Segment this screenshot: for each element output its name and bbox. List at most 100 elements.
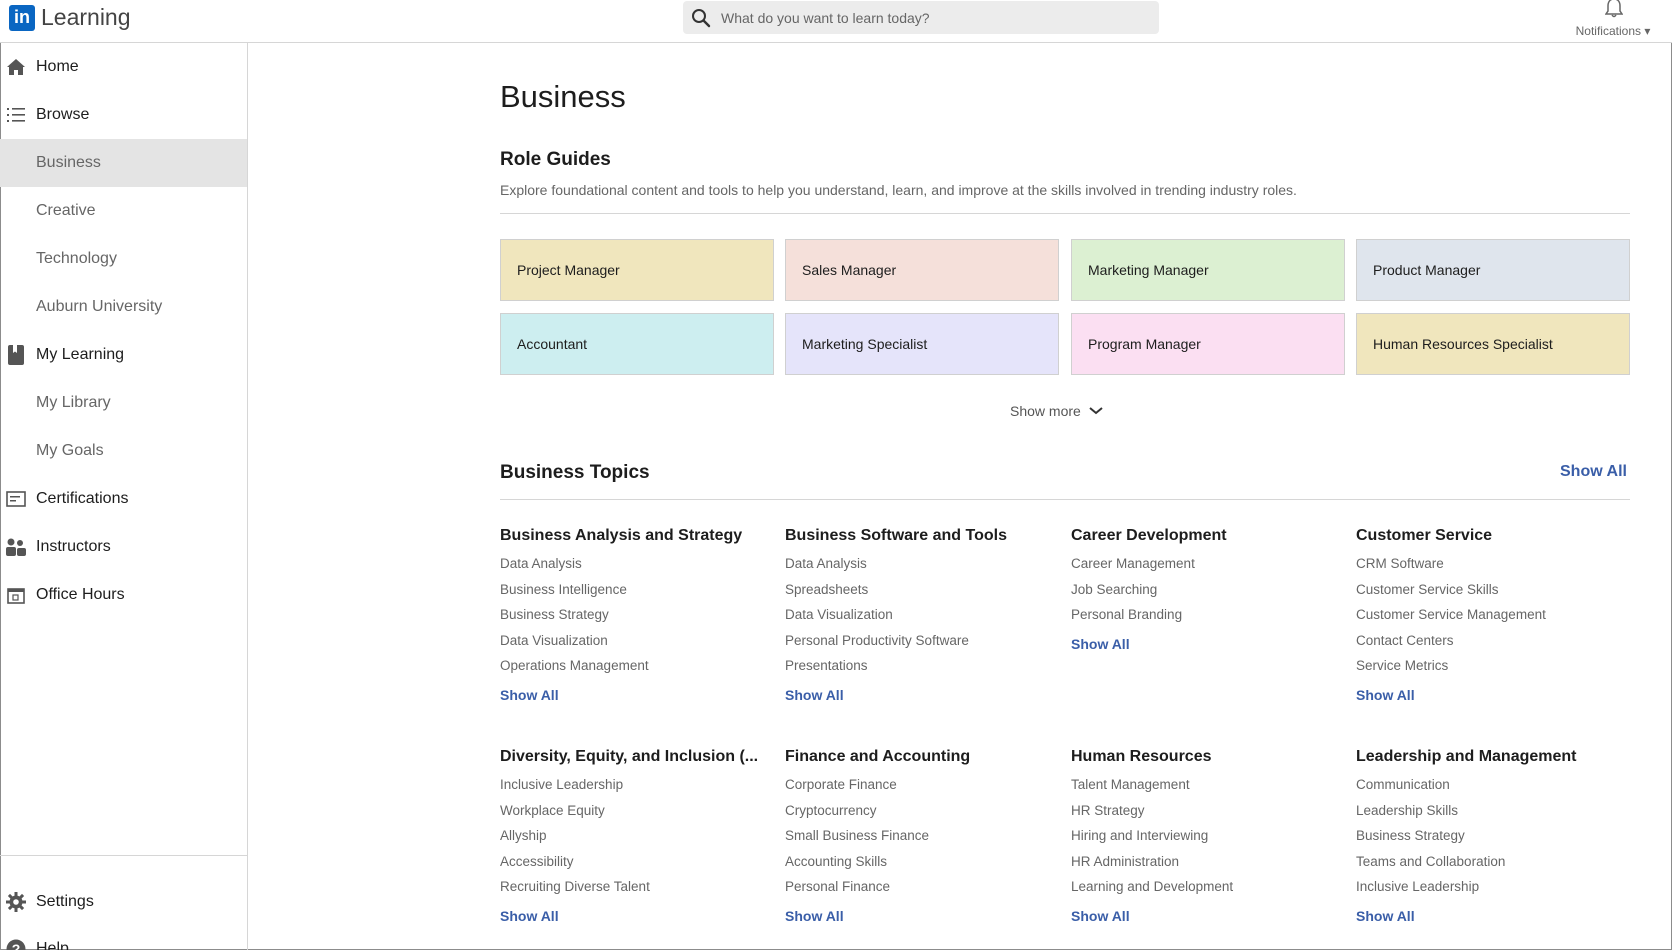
sidebar-item-home[interactable]: Home [0,43,247,91]
show-all-link[interactable]: Show All [500,687,770,703]
topic-link[interactable]: Learning and Development [1071,874,1341,900]
topic-link[interactable]: Inclusive Leadership [1356,874,1626,900]
bookmark-icon [6,345,26,365]
topic-link[interactable]: Personal Productivity Software [785,628,1055,654]
topic-link[interactable]: Personal Finance [785,874,1055,900]
sidebar-item-business[interactable]: Business [0,139,247,187]
topic-link[interactable]: Contact Centers [1356,628,1626,654]
business-topics-title: Business Topics [500,462,650,483]
topic-link[interactable]: Spreadsheets [785,577,1055,603]
topic-link[interactable]: Communication [1356,772,1626,798]
role-guides-title: Role Guides [500,149,611,170]
show-all-link[interactable]: Show All [1356,687,1626,703]
topics-show-all-link[interactable]: Show All [1560,463,1627,481]
notifications-button[interactable]: Notifications ▾ [1568,0,1658,40]
role-card-sales-manager[interactable]: Sales Manager [785,239,1059,301]
search-input[interactable] [721,9,1121,26]
sidebar-item-creative[interactable]: Creative [0,187,247,235]
topic-link[interactable]: Data Analysis [500,551,770,577]
topic-link[interactable]: Business Strategy [500,602,770,628]
sidebar-item-my-goals[interactable]: My Goals [0,427,247,475]
topic-link[interactable]: Data Visualization [785,602,1055,628]
topic-link[interactable]: HR Strategy [1071,798,1341,824]
calendar-icon [6,585,26,605]
topic-link[interactable]: Teams and Collaboration [1356,849,1626,875]
topic-group-title[interactable]: Customer Service [1356,527,1626,549]
show-all-link[interactable]: Show All [785,908,1055,924]
topic-link[interactable]: Customer Service Skills [1356,577,1626,603]
sidebar-item-my-learning[interactable]: My Learning [0,331,247,379]
sidebar-item-settings[interactable]: Settings [0,878,247,926]
topic-group-title[interactable]: Career Development [1071,527,1341,549]
show-all-link[interactable]: Show All [1071,908,1341,924]
sidebar-item-label: Help [36,940,69,950]
role-card-accountant[interactable]: Accountant [500,313,774,375]
topic-link[interactable]: Business Intelligence [500,577,770,603]
sidebar-item-label: Office Hours [36,586,125,603]
topic-group-title[interactable]: Human Resources [1071,748,1341,770]
show-more-label: Show more [1010,403,1081,419]
role-card-product-manager[interactable]: Product Manager [1356,239,1630,301]
topic-link[interactable]: Data Analysis [785,551,1055,577]
search-bar[interactable] [683,1,1159,34]
topic-group: Diversity, Equity, and Inclusion (... In… [500,748,770,924]
topic-link[interactable]: Service Metrics [1356,653,1626,679]
topic-link[interactable]: Recruiting Diverse Talent [500,874,770,900]
role-card-marketing-manager[interactable]: Marketing Manager [1071,239,1345,301]
topic-link[interactable]: Presentations [785,653,1055,679]
topic-group-title[interactable]: Diversity, Equity, and Inclusion (... [500,748,770,770]
topic-link[interactable]: Cryptocurrency [785,798,1055,824]
role-card-project-manager[interactable]: Project Manager [500,239,774,301]
sidebar-item-office-hours[interactable]: Office Hours [0,571,247,619]
topic-link[interactable]: HR Administration [1071,849,1341,875]
show-all-link[interactable]: Show All [1071,636,1341,652]
topic-group-title[interactable]: Business Software and Tools [785,527,1055,549]
sidebar-item-auburn-university[interactable]: Auburn University [0,283,247,331]
role-card-human-resources-specialist[interactable]: Human Resources Specialist [1356,313,1630,375]
sidebar-item-label: My Learning [36,346,125,363]
sidebar-item-browse[interactable]: Browse [0,91,247,139]
topic-group-title[interactable]: Finance and Accounting [785,748,1055,770]
topic-link[interactable]: Workplace Equity [500,798,770,824]
sidebar-item-label: Browse [36,106,90,123]
sidebar-item-technology[interactable]: Technology [0,235,247,283]
topic-group-title[interactable]: Leadership and Management [1356,748,1626,770]
role-card-program-manager[interactable]: Program Manager [1071,313,1345,375]
topic-link[interactable]: Talent Management [1071,772,1341,798]
role-card-marketing-specialist[interactable]: Marketing Specialist [785,313,1059,375]
sidebar-item-help[interactable]: ? Help [0,925,247,950]
sidebar-item-label: Technology [36,250,117,267]
topic-link[interactable]: Corporate Finance [785,772,1055,798]
show-more-button[interactable]: Show more [1010,403,1103,419]
show-all-link[interactable]: Show All [1356,908,1626,924]
topic-link[interactable]: Personal Branding [1071,602,1341,628]
linkedin-learning-logo[interactable]: in Learning [9,4,131,31]
topic-group: Business Analysis and Strategy Data Anal… [500,527,770,703]
topic-link[interactable]: Accessibility [500,849,770,875]
topic-link[interactable]: Business Strategy [1356,823,1626,849]
topic-group-title[interactable]: Business Analysis and Strategy [500,527,770,549]
sidebar-item-certifications[interactable]: Certifications [0,475,247,523]
topic-link[interactable]: Operations Management [500,653,770,679]
topic-link[interactable]: Data Visualization [500,628,770,654]
show-all-link[interactable]: Show All [785,687,1055,703]
topic-link[interactable]: Hiring and Interviewing [1071,823,1341,849]
topic-group: Career Development Career Management Job… [1071,527,1341,652]
topic-link[interactable]: Customer Service Management [1356,602,1626,628]
show-all-link[interactable]: Show All [500,908,770,924]
topic-link[interactable]: Accounting Skills [785,849,1055,875]
sidebar-item-instructors[interactable]: Instructors [0,523,247,571]
topic-link[interactable]: Career Management [1071,551,1341,577]
gear-icon [6,892,26,912]
topic-link[interactable]: CRM Software [1356,551,1626,577]
sidebar-item-my-library[interactable]: My Library [0,379,247,427]
chevron-down-icon [1089,407,1103,415]
top-header: in Learning Notifications ▾ [0,0,1672,43]
topic-link[interactable]: Leadership Skills [1356,798,1626,824]
topic-link[interactable]: Allyship [500,823,770,849]
topic-link[interactable]: Job Searching [1071,577,1341,603]
topic-link[interactable]: Inclusive Leadership [500,772,770,798]
home-icon [6,57,26,77]
caret-down-icon: ▾ [1644,24,1651,38]
topic-link[interactable]: Small Business Finance [785,823,1055,849]
